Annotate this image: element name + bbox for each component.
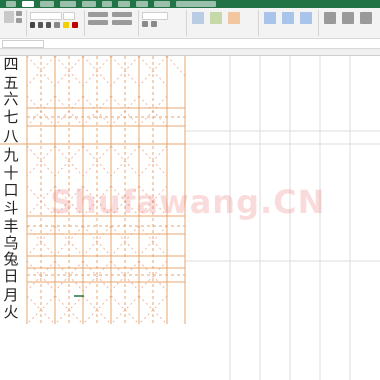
wrap-text-icon[interactable] xyxy=(112,12,132,17)
cut-icon[interactable] xyxy=(16,11,22,16)
italic-icon[interactable] xyxy=(38,22,43,28)
format-cells-icon[interactable] xyxy=(300,12,312,24)
find-select-icon[interactable] xyxy=(360,12,372,24)
cell-styles-icon[interactable] xyxy=(228,12,240,24)
border-icon[interactable] xyxy=(54,22,60,28)
tab-help[interactable] xyxy=(154,1,170,7)
tab-formulas[interactable] xyxy=(82,1,96,7)
tell-me-search[interactable] xyxy=(176,1,216,7)
tab-data[interactable] xyxy=(102,1,112,7)
column-headers xyxy=(0,49,380,56)
char-kou: 口 xyxy=(3,181,19,199)
sum-icon[interactable] xyxy=(324,12,336,24)
fill-color-icon[interactable] xyxy=(63,22,69,28)
tab-review[interactable] xyxy=(118,1,130,7)
tab-page-layout[interactable] xyxy=(60,1,76,7)
char-jiu: 九 xyxy=(3,146,19,164)
tab-view[interactable] xyxy=(136,1,148,7)
merge-center-icon[interactable] xyxy=(112,20,132,25)
sort-filter-icon[interactable] xyxy=(342,12,354,24)
char-ba: 八 xyxy=(3,127,19,145)
underline-icon[interactable] xyxy=(46,22,51,28)
bold-icon[interactable] xyxy=(30,22,35,28)
char-ri: 日 xyxy=(3,267,19,285)
delete-cells-icon[interactable] xyxy=(282,12,294,24)
formula-bar[interactable] xyxy=(0,39,380,49)
number-format-select[interactable] xyxy=(142,12,168,20)
comma-icon[interactable] xyxy=(151,21,157,27)
char-dou: 斗 xyxy=(3,199,19,217)
align-top-icon[interactable] xyxy=(88,12,108,17)
tab-insert[interactable] xyxy=(40,1,54,7)
font-family-select[interactable] xyxy=(30,12,62,20)
tab-file[interactable] xyxy=(6,1,16,7)
char-si: 四 xyxy=(3,55,19,73)
conditional-format-icon[interactable] xyxy=(192,12,204,24)
name-box[interactable] xyxy=(2,40,44,48)
font-color-icon[interactable] xyxy=(72,22,78,28)
insert-cells-icon[interactable] xyxy=(264,12,276,24)
ribbon xyxy=(0,8,380,39)
align-center-icon[interactable] xyxy=(88,20,108,25)
font-size-select[interactable] xyxy=(63,12,75,20)
char-huo: 火 xyxy=(3,303,19,321)
percent-icon[interactable] xyxy=(142,21,148,27)
ribbon-tab-bar xyxy=(0,0,380,8)
char-liu: 六 xyxy=(3,90,19,108)
copy-icon[interactable] xyxy=(16,18,22,23)
char-qi: 七 xyxy=(3,108,19,126)
format-table-icon[interactable] xyxy=(210,12,222,24)
paste-icon[interactable] xyxy=(4,11,14,23)
tab-home[interactable] xyxy=(22,1,34,7)
watermark: Shufawang.CN xyxy=(50,183,326,221)
